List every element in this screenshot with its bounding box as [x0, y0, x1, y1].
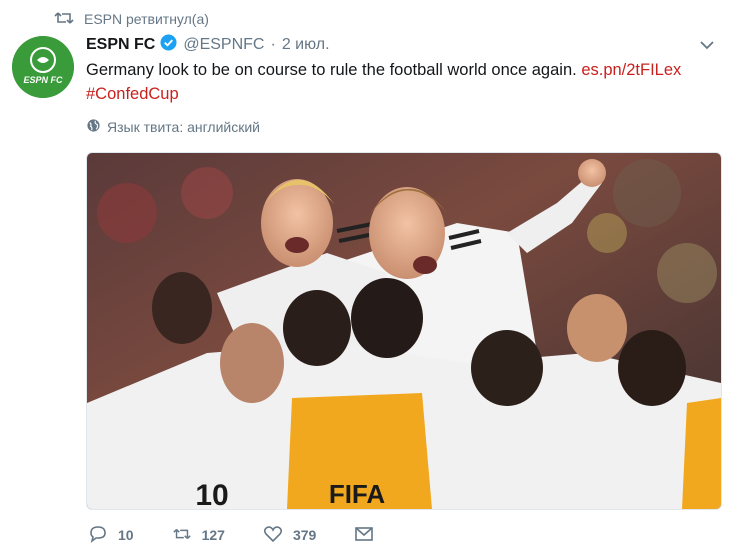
avatar[interactable]: ESPN FC	[12, 36, 74, 98]
language-label[interactable]: Язык твита: английский	[107, 119, 260, 135]
verified-icon	[155, 34, 177, 56]
tweet-text: Germany look to be on course to rule the…	[86, 58, 722, 106]
author-handle[interactable]: @ESPNFC	[183, 36, 264, 54]
reply-button[interactable]: 10	[88, 525, 134, 546]
hashtag-link[interactable]: #ConfedCup	[86, 85, 179, 103]
chevron-down-icon[interactable]	[698, 38, 716, 52]
reply-count: 10	[118, 527, 134, 543]
tweet-language: Язык твита: английский	[86, 117, 260, 137]
like-button[interactable]: 379	[263, 525, 316, 546]
author-name[interactable]: ESPN FC	[86, 36, 155, 54]
timestamp[interactable]: 2 июл.	[282, 36, 330, 54]
photo-shirt-text: FIFA	[329, 479, 386, 509]
tweet-actions: 10 127 379	[88, 522, 412, 548]
photo-jersey-number: 10	[195, 479, 228, 509]
avatar-text: ESPN FC	[23, 75, 63, 85]
tweet-header: ESPN FC @ESPNFC · 2 июл.	[86, 34, 330, 56]
tweet-body: Germany look to be on course to rule the…	[86, 61, 577, 79]
separator: ·	[270, 36, 276, 53]
retweet-icon	[172, 525, 192, 546]
like-count: 379	[292, 527, 317, 543]
tweet-link[interactable]: es.pn/2tFILex	[581, 61, 681, 79]
retweet-count: 127	[201, 527, 225, 543]
retweet-button[interactable]: 127	[172, 525, 225, 546]
like-icon	[263, 525, 283, 546]
retweet-icon	[54, 10, 74, 29]
reply-icon	[88, 525, 108, 546]
globe-icon	[86, 118, 101, 136]
tweet-photo[interactable]: FIFA 10	[86, 152, 722, 510]
retweet-label[interactable]: ESPN ретвитнул(а)	[84, 11, 209, 27]
message-button[interactable]	[354, 525, 374, 546]
retweet-context: ESPN ретвитнул(а)	[54, 8, 209, 30]
message-icon	[354, 525, 374, 546]
